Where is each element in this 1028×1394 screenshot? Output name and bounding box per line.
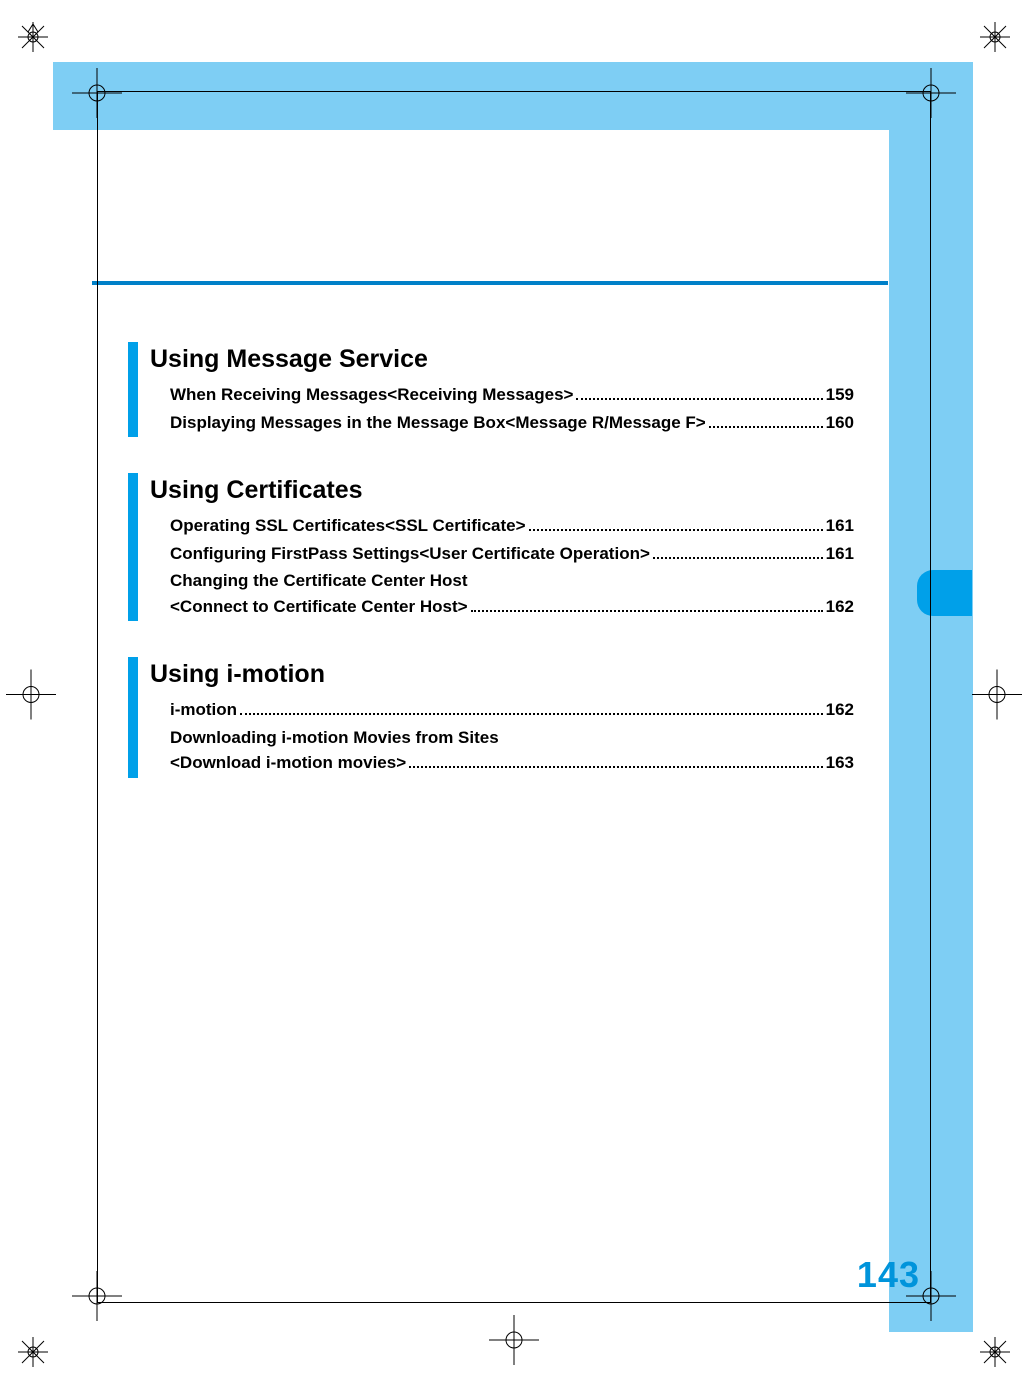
leader-dots [409,754,822,768]
registration-mark-icon [18,22,48,57]
crosshair-mark-icon [6,670,56,725]
toc-section: Using Message Service When Receiving Mes… [128,342,854,437]
toc-entry-page: 160 [826,410,854,436]
toc-section: Using i-motion i-motion 162 Downloading … [128,657,854,778]
toc-entry-page: 162 [826,697,854,723]
toc-entry-text: When Receiving Messages<Receiving Messag… [170,382,573,408]
leader-dots [529,517,823,531]
toc-entry-page: 161 [826,541,854,567]
registration-mark-icon [980,22,1010,57]
toc-entry: Downloading i-motion Movies from Sites <… [150,725,854,776]
toc-entry: i-motion 162 [150,697,854,723]
toc-entry-text: Operating SSL Certificates<SSL Certifica… [170,513,526,539]
toc-entry-text: Displaying Messages in the Message Box<M… [170,410,706,436]
leader-dots [240,701,823,715]
leader-dots [471,598,823,612]
leader-dots [709,414,823,428]
section-bar-icon [128,473,138,621]
toc-section: Using Certificates Operating SSL Certifi… [128,473,854,621]
crosshair-mark-icon [972,670,1022,725]
toc-entry-text: Configuring FirstPass Settings<User Cert… [170,541,650,567]
leader-dots [653,545,823,559]
table-of-contents: Using Message Service When Receiving Mes… [128,342,854,814]
toc-entry: Configuring FirstPass Settings<User Cert… [150,541,854,567]
section-bar-icon [128,657,138,778]
toc-entry-text: i-motion [170,697,237,723]
toc-entry: Changing the Certificate Center Host <Co… [150,568,854,619]
toc-entry: When Receiving Messages<Receiving Messag… [150,382,854,408]
section-bar-icon [128,342,138,437]
registration-mark-icon [980,1337,1010,1372]
toc-entry-page: 162 [826,594,854,620]
registration-mark-icon [18,1337,48,1372]
toc-entry-text: Downloading i-motion Movies from Sites [170,725,854,751]
toc-entry-page: 159 [826,382,854,408]
toc-entry-page: 161 [826,513,854,539]
toc-entry-page: 163 [826,750,854,776]
leader-dots [576,386,822,400]
toc-entry-text: <Connect to Certificate Center Host> [170,594,468,620]
section-title: Using Message Service [150,342,854,380]
section-title: Using i-motion [150,657,854,695]
toc-entry: Displaying Messages in the Message Box<M… [150,410,854,436]
toc-entry-text: <Download i-motion movies> [170,750,406,776]
toc-entry-text: Changing the Certificate Center Host [170,568,854,594]
section-title: Using Certificates [150,473,854,511]
page-number: 143 [857,1254,920,1296]
toc-entry: Operating SSL Certificates<SSL Certifica… [150,513,854,539]
